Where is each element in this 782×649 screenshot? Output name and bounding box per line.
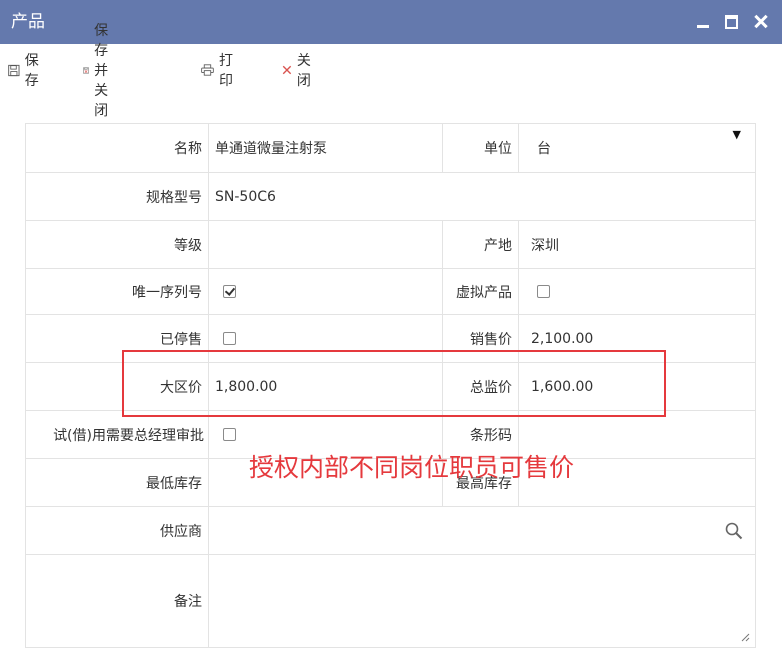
supplier-field[interactable] bbox=[208, 506, 756, 555]
minimize-icon[interactable] bbox=[694, 12, 712, 30]
print-label: 打 印 bbox=[218, 53, 233, 89]
close-button[interactable]: 关 闭 bbox=[282, 53, 317, 89]
discontinued-checkbox[interactable] bbox=[223, 332, 236, 345]
name-label: 名称 bbox=[25, 123, 209, 173]
name-field[interactable]: 单通道微量注射泵 bbox=[208, 123, 443, 173]
annotation-text: 授权内部不同岗位职员可售价 bbox=[249, 453, 575, 482]
save-and-close-label: 保存并关闭 bbox=[94, 23, 109, 119]
save-close-icon bbox=[83, 67, 89, 73]
min-stock-label: 最低库存 bbox=[25, 458, 209, 507]
sale-price-field[interactable]: 2,100.00 bbox=[518, 314, 756, 363]
virtual-cell bbox=[518, 268, 756, 315]
unit-label: 单位 bbox=[442, 123, 519, 173]
unit-value: 台 bbox=[537, 141, 551, 157]
director-price-field[interactable]: 1,600.00 bbox=[518, 362, 756, 411]
close-label: 关 闭 bbox=[296, 53, 311, 89]
trial-label: 试(借)用需要总经理审批 bbox=[25, 410, 209, 459]
print-icon bbox=[201, 64, 214, 76]
maximize-icon[interactable] bbox=[722, 12, 740, 30]
origin-field[interactable]: 深圳 bbox=[518, 220, 756, 269]
window-close-icon[interactable] bbox=[752, 12, 770, 30]
chevron-down-icon: ▼ bbox=[732, 128, 741, 141]
region-price-field[interactable]: 1,800.00 bbox=[208, 362, 443, 411]
remark-label: 备注 bbox=[25, 554, 209, 648]
product-form: 名称 单通道微量注射泵 单位 台 ▼ 规格型号 SN-50C6 等级 产地 深圳… bbox=[25, 123, 756, 648]
close-x-icon bbox=[282, 65, 292, 75]
grade-label: 等级 bbox=[25, 220, 209, 269]
origin-label: 产地 bbox=[442, 220, 519, 269]
serial-label: 唯一序列号 bbox=[25, 268, 209, 315]
serial-checkbox[interactable] bbox=[223, 285, 236, 298]
region-price-label: 大区价 bbox=[25, 362, 209, 411]
grade-field[interactable] bbox=[208, 220, 443, 269]
save-icon bbox=[8, 64, 20, 76]
trial-checkbox[interactable] bbox=[223, 428, 236, 441]
save-button[interactable]: 保存 bbox=[8, 53, 44, 89]
serial-cell bbox=[208, 268, 443, 315]
print-button[interactable]: 打 印 bbox=[201, 53, 240, 89]
search-icon[interactable] bbox=[725, 522, 743, 540]
remark-textarea[interactable] bbox=[208, 554, 756, 648]
supplier-label: 供应商 bbox=[25, 506, 209, 555]
model-field[interactable]: SN-50C6 bbox=[208, 172, 756, 221]
save-and-close-button[interactable]: 保存并关闭 bbox=[83, 23, 119, 119]
model-label: 规格型号 bbox=[25, 172, 209, 221]
director-price-label: 总监价 bbox=[442, 362, 519, 411]
resize-handle-icon[interactable] bbox=[740, 632, 750, 642]
discontinued-label: 已停售 bbox=[25, 314, 209, 363]
virtual-checkbox[interactable] bbox=[537, 285, 550, 298]
virtual-label: 虚拟产品 bbox=[442, 268, 519, 315]
save-label: 保存 bbox=[24, 53, 39, 89]
window-title: 产品 bbox=[11, 12, 45, 32]
discontinued-cell bbox=[208, 314, 443, 363]
sale-price-label: 销售价 bbox=[442, 314, 519, 363]
unit-select[interactable]: 台 ▼ bbox=[518, 123, 756, 173]
